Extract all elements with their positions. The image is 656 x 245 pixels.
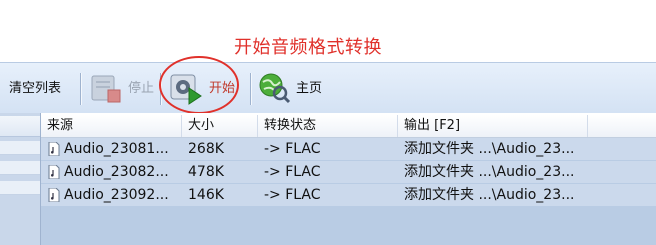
list-header: 来源 大小 转换状态 输出 [F2] xyxy=(41,115,656,138)
toolbar: 清空列表 停止 开始 主页 xyxy=(0,62,656,114)
cell-size: 146K xyxy=(188,187,224,203)
globe-search-icon xyxy=(256,70,292,106)
column-header-size[interactable]: 大小 xyxy=(182,115,258,137)
toolbar-separator xyxy=(250,73,251,105)
column-header-status[interactable]: 转换状态 xyxy=(258,115,398,137)
table-row[interactable]: Audio_23092... 146K -> FLAC 添加文件夹 ...\Au… xyxy=(41,184,656,206)
cell-source: Audio_23092... xyxy=(64,187,169,203)
cell-source: Audio_23081... xyxy=(64,141,169,157)
stop-document-icon xyxy=(88,70,124,106)
clear-list-button[interactable]: 清空列表 xyxy=(9,63,61,113)
cell-status: -> FLAC xyxy=(264,141,321,157)
cell-size: 268K xyxy=(188,141,224,157)
cell-status: -> FLAC xyxy=(264,187,321,203)
audio-file-icon xyxy=(48,188,60,202)
list-body: Audio_23081... 268K -> FLAC 添加文件夹 ...\Au… xyxy=(41,138,656,245)
home-label: 主页 xyxy=(296,80,323,96)
audio-file-icon xyxy=(48,165,60,179)
cell-status: -> FLAC xyxy=(264,164,321,180)
column-header-source[interactable]: 来源 xyxy=(41,115,182,137)
annotation-caption: 开始音频格式转换 xyxy=(234,37,382,58)
left-pane xyxy=(0,113,41,245)
audio-file-icon xyxy=(48,142,60,156)
cell-output: 添加文件夹 ...\Audio_23... xyxy=(404,141,575,157)
table-row[interactable]: Audio_23081... 268K -> FLAC 添加文件夹 ...\Au… xyxy=(41,138,656,160)
stop-button[interactable]: 停止 xyxy=(88,63,154,113)
table-row[interactable]: Audio_23082... 478K -> FLAC 添加文件夹 ...\Au… xyxy=(41,161,656,183)
clear-list-label: 清空列表 xyxy=(9,80,62,96)
left-pane-row[interactable] xyxy=(0,161,40,175)
highlight-circle xyxy=(159,56,239,114)
home-button[interactable]: 主页 xyxy=(256,63,322,113)
cell-output: 添加文件夹 ...\Audio_23... xyxy=(404,164,575,180)
column-header-output[interactable]: 输出 [F2] xyxy=(398,115,588,137)
left-pane-row[interactable] xyxy=(0,141,40,155)
cell-output: 添加文件夹 ...\Audio_23... xyxy=(404,187,575,203)
column-header-filler xyxy=(588,115,656,137)
cell-source: Audio_23082... xyxy=(64,164,169,180)
file-list[interactable]: 来源 大小 转换状态 输出 [F2] Audio_23081... 268K -… xyxy=(41,113,656,245)
cell-size: 478K xyxy=(188,164,224,180)
left-pane-header xyxy=(0,116,40,137)
stop-label: 停止 xyxy=(128,80,155,96)
left-pane-row[interactable] xyxy=(0,181,40,195)
toolbar-separator xyxy=(80,73,81,105)
